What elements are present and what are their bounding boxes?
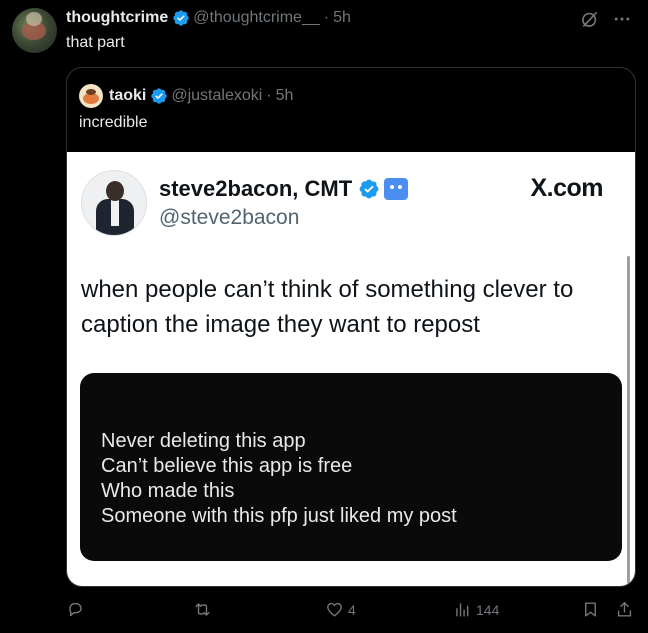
- quoted-post[interactable]: taoki @justalexoki · 5h incredible steve…: [66, 67, 636, 587]
- quoted-image[interactable]: steve2bacon, CMT @steve2bacon X.com when…: [67, 152, 635, 586]
- quoted-author-name: taoki: [109, 87, 147, 104]
- bookmark-button[interactable]: [581, 600, 600, 619]
- reply-icon: [69, 602, 82, 617]
- affiliate-badge-icon: [384, 178, 409, 200]
- grok-icon[interactable]: [580, 9, 600, 29]
- share-icon: [617, 602, 632, 617]
- post-time[interactable]: 5h: [333, 9, 351, 27]
- inner-line: Never deleting this app: [101, 430, 306, 452]
- like-count: 4: [348, 601, 356, 618]
- bookmark-icon: [585, 602, 596, 617]
- heart-icon: [327, 602, 342, 617]
- separator: ·: [323, 9, 330, 26]
- analytics-icon: [456, 603, 469, 617]
- action-bar: 4 144: [66, 600, 636, 624]
- quoted-author-handle: @justalexoki: [171, 87, 263, 104]
- card-avatar: [81, 170, 147, 236]
- card-author-name: steve2bacon, CMT: [159, 176, 409, 202]
- quoted-text: incredible: [79, 114, 148, 131]
- post-header: thoughtcrime @thoughtcrime__ · 5h: [66, 9, 351, 27]
- repost-button[interactable]: [193, 600, 216, 619]
- like-button[interactable]: 4: [325, 600, 356, 619]
- x-logo-text: X.com: [530, 174, 603, 202]
- scrollbar[interactable]: [627, 256, 630, 584]
- inner-text-lines: Never deleting this app Can’t believe th…: [101, 429, 457, 529]
- author-handle[interactable]: @thoughtcrime__: [193, 9, 320, 27]
- reply-button[interactable]: [66, 600, 89, 619]
- card-caption: when people can’t think of something cle…: [81, 276, 574, 338]
- verified-badge-icon: [359, 179, 379, 199]
- inner-line: Who made this: [101, 480, 235, 502]
- author-name[interactable]: thoughtcrime: [66, 9, 168, 27]
- inner-line: Someone with this pfp just liked my post: [101, 505, 457, 527]
- quoted-avatar: [79, 84, 103, 108]
- views-button[interactable]: 144: [453, 600, 499, 619]
- views-count: 144: [476, 601, 500, 618]
- quoted-header: taoki @justalexoki · 5h: [79, 84, 293, 108]
- verified-badge-icon: [173, 10, 189, 26]
- repost-icon: [195, 603, 210, 616]
- card-display-name: steve2bacon, CMT: [159, 176, 353, 201]
- inner-line: Can’t believe this app is free: [101, 455, 353, 477]
- share-button[interactable]: [615, 600, 634, 619]
- more-icon[interactable]: [612, 9, 632, 29]
- post-top-icons: [580, 9, 632, 29]
- inner-dark-panel: Never deleting this app Can’t believe th…: [80, 373, 622, 561]
- card-handle: @steve2bacon: [159, 206, 300, 229]
- post-text: that part: [66, 34, 125, 51]
- verified-badge-icon: [151, 88, 168, 104]
- post-avatar[interactable]: [12, 8, 57, 53]
- separator: ·: [266, 87, 272, 104]
- quoted-time: 5h: [275, 87, 294, 104]
